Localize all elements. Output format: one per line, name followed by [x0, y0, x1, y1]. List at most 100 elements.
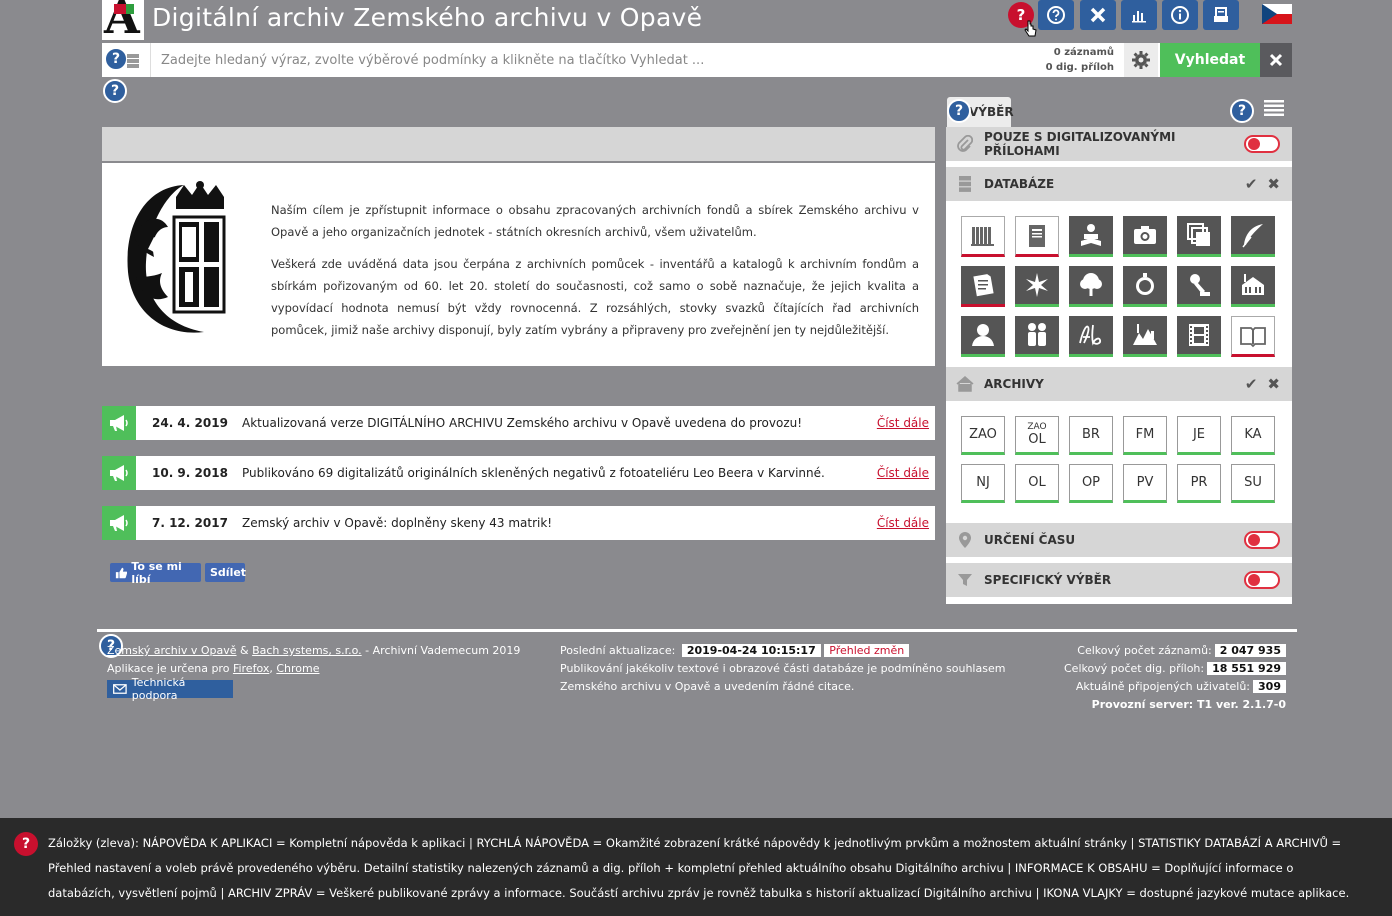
db-tile-objects[interactable]	[1123, 266, 1167, 307]
db-tile-people[interactable]	[1069, 216, 1113, 257]
db-tile-inventories[interactable]	[961, 216, 1005, 257]
statistics-button[interactable]	[1121, 0, 1157, 30]
search-counts: 0 záznamů 0 dig. příloh	[1032, 45, 1114, 75]
archive-tile[interactable]: NJ	[961, 464, 1005, 503]
select-all-archives-button[interactable]: ✔	[1245, 375, 1258, 393]
db-tile-seals[interactable]	[1015, 266, 1059, 307]
db-tile-stamps[interactable]	[1177, 266, 1221, 307]
intro-text: Naším cílem je zpřístupnit informace o o…	[271, 199, 919, 351]
bar-chart-icon	[1132, 11, 1146, 23]
db-tile-charters[interactable]	[961, 266, 1005, 307]
deselect-all-databases-button[interactable]: ✖	[1267, 175, 1280, 193]
records-count: 0 záznamů	[1053, 47, 1114, 58]
citation-notice: Publikování jakékoliv textové i obrazové…	[560, 662, 1006, 693]
news-date: 10. 9. 2018	[152, 466, 228, 480]
archive-tile[interactable]: JE	[1177, 416, 1221, 455]
archive-tile[interactable]: PR	[1177, 464, 1221, 503]
archive-tile[interactable]: FM	[1123, 416, 1167, 455]
map-pin-icon	[946, 531, 984, 549]
select-all-databases-button[interactable]: ✔	[1245, 175, 1258, 193]
settings-button[interactable]	[1124, 43, 1158, 77]
db-tile-films[interactable]	[1177, 316, 1221, 357]
close-help-button[interactable]	[1080, 0, 1116, 30]
news-item: 10. 9. 2018 Publikováno 69 digitalizátů …	[102, 456, 935, 490]
db-tile-buildings[interactable]	[1231, 266, 1275, 307]
tab-label: VÝBĚR	[969, 105, 1014, 119]
read-more-link[interactable]: Číst dále	[875, 466, 935, 480]
footer-left: Zemský archiv v Opavě & Bach systems, s.…	[107, 644, 521, 675]
db-tile-persons[interactable]	[961, 316, 1005, 357]
star-burst-icon	[1026, 273, 1048, 297]
db-tile-documents[interactable]	[1177, 216, 1221, 257]
page-help-button[interactable]: ?	[103, 79, 127, 103]
list-view-icon[interactable]	[1264, 100, 1284, 116]
only-digitized-toggle[interactable]	[1244, 135, 1280, 153]
feather-icon	[1242, 224, 1263, 248]
czech-flag-icon[interactable]	[1262, 4, 1292, 24]
archive-tile[interactable]: OP	[1069, 464, 1113, 503]
database-icon	[946, 175, 984, 193]
tree-icon	[1080, 273, 1102, 296]
databases-title: DATABÁZE	[984, 177, 1055, 191]
database-grid	[961, 216, 1275, 357]
db-tile-families[interactable]	[1015, 316, 1059, 357]
deselect-all-archives-button[interactable]: ✖	[1267, 375, 1280, 393]
tech-support-button[interactable]: Technická podpora	[107, 676, 233, 702]
db-tile-manuscripts[interactable]	[1231, 216, 1275, 257]
intro-paragraph: Veškerá zde uváděná data jsou čerpána z …	[271, 257, 919, 337]
search-help-button[interactable]: ?	[104, 47, 128, 71]
db-tile-landscape[interactable]	[1123, 316, 1167, 357]
bach-link[interactable]: Bach systems, s.r.o.	[252, 644, 362, 657]
news-date: 24. 4. 2019	[152, 416, 228, 430]
time-toggle[interactable]	[1244, 531, 1280, 549]
panel-help-button[interactable]: ?	[947, 99, 971, 123]
archive-tile[interactable]: SU	[1231, 464, 1275, 503]
specific-toggle[interactable]	[1244, 571, 1280, 589]
only-digitized-section: POUZE S DIGITALIZOVANÝMI PŘÍLOHAMI	[946, 127, 1292, 161]
archive-icon	[1214, 7, 1228, 22]
read-more-link[interactable]: Číst dále	[875, 516, 935, 530]
intro-box: Naším cílem je zpřístupnit informace o o…	[102, 163, 935, 366]
db-tile-nature[interactable]	[1069, 266, 1113, 307]
quick-help-bar: ? Záložky (zleva): NÁPOVĚDA K APLIKACI =…	[0, 818, 1392, 916]
archive-tile[interactable]: BR	[1069, 416, 1113, 455]
intro-header	[102, 127, 935, 161]
read-more-link[interactable]: Číst dále	[875, 416, 935, 430]
db-tile-handwriting[interactable]	[1069, 316, 1113, 357]
thumbs-up-icon	[115, 567, 128, 578]
server-info: Provozní server: T1 ver. 2.1.7-0	[1091, 698, 1286, 711]
news-archive-button[interactable]	[1203, 0, 1239, 30]
facebook-share-button[interactable]: Sdílet	[205, 563, 246, 582]
users-count: 309	[1253, 680, 1286, 693]
db-tile-books[interactable]	[1015, 216, 1059, 257]
archive-tile[interactable]: ZAO OL	[1015, 416, 1059, 455]
time-section: URČENÍ ČASU	[946, 523, 1292, 557]
scroll-icon	[973, 274, 994, 297]
search-input[interactable]	[150, 43, 1030, 77]
changes-link[interactable]: Přehled změn	[824, 644, 910, 657]
db-tile-photos[interactable]	[1123, 216, 1167, 257]
db-tile-library[interactable]	[1231, 316, 1275, 357]
panel-help-button-right[interactable]: ?	[1230, 99, 1254, 123]
databases-section: DATABÁZE ✔ ✖	[946, 167, 1292, 201]
app-logo[interactable]: A	[102, 0, 144, 40]
help-icon: ?	[14, 832, 38, 856]
help-app-button[interactable]	[1038, 0, 1074, 30]
open-book-icon	[1240, 326, 1266, 347]
archive-tile[interactable]: OL	[1015, 464, 1059, 503]
documents-icon	[1187, 223, 1210, 246]
firefox-link[interactable]: Firefox	[233, 662, 269, 675]
archive-tile[interactable]: ZAO	[961, 416, 1005, 455]
news-item: 7. 12. 2017 Zemský archiv v Opavě: dopln…	[102, 506, 935, 540]
film-icon	[1189, 324, 1209, 346]
search-button[interactable]: Vyhledat	[1160, 43, 1260, 77]
clear-search-button[interactable]	[1260, 43, 1292, 77]
org-link[interactable]: Zemský archiv v Opavě	[107, 644, 237, 657]
facebook-like-button[interactable]: To se mi líbí	[110, 560, 201, 586]
archive-tile[interactable]: KA	[1231, 416, 1275, 455]
database-icon	[127, 54, 139, 68]
chrome-link[interactable]: Chrome	[276, 662, 319, 675]
content-info-button[interactable]	[1162, 0, 1198, 30]
archive-tile[interactable]: PV	[1123, 464, 1167, 503]
archives-title: ARCHIVY	[984, 377, 1044, 391]
